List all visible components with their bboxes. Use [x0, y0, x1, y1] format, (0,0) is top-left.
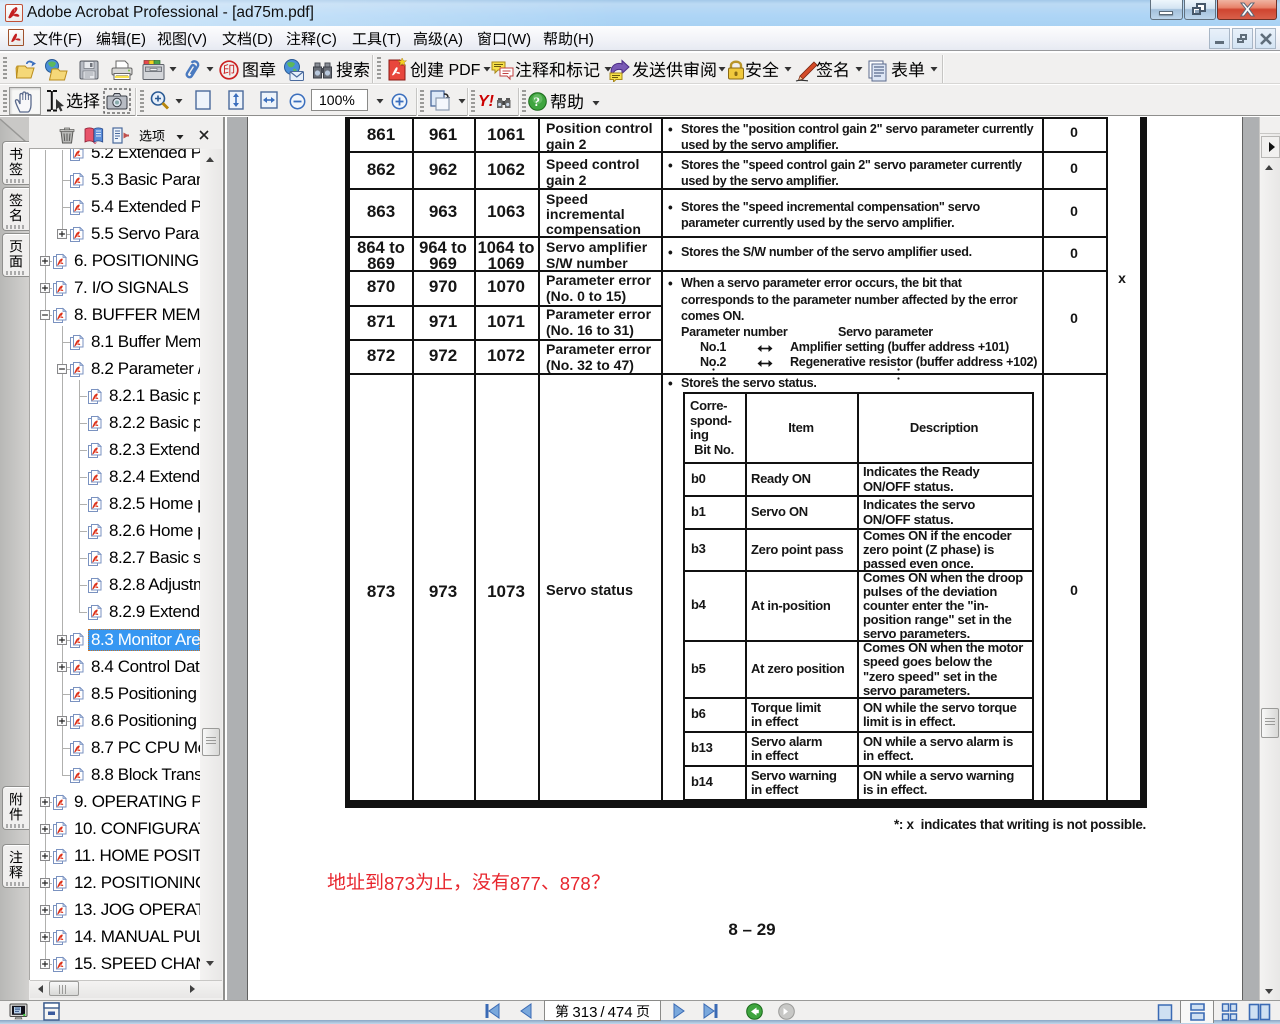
svg-text:Y!: Y!: [478, 93, 495, 110]
svg-text:?: ?: [534, 94, 541, 109]
